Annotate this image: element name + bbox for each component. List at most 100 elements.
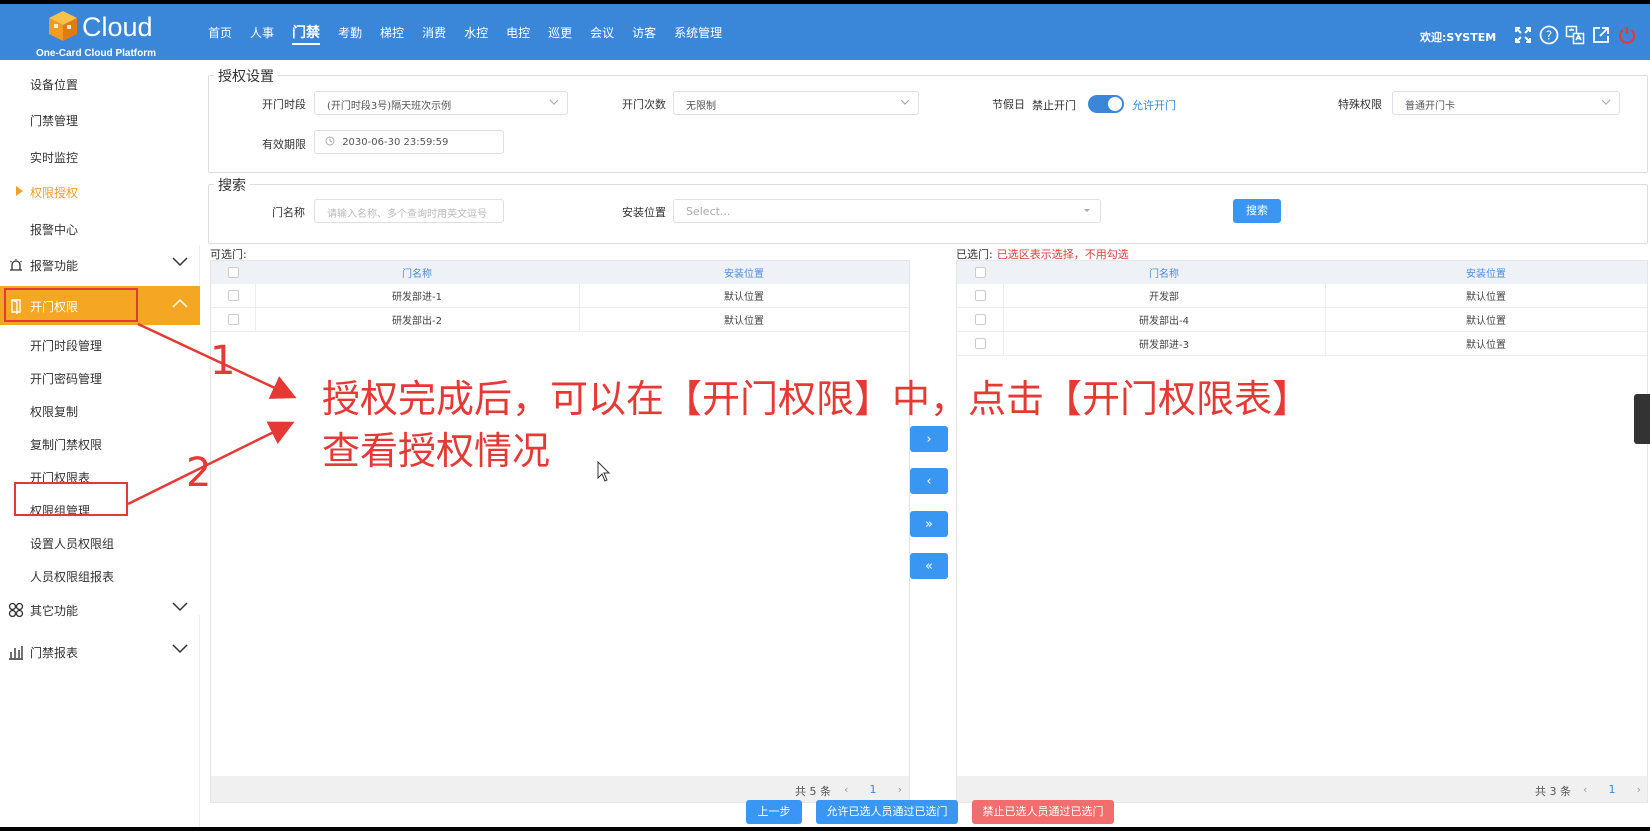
chevron-down-icon bbox=[172, 602, 188, 612]
app-window: Cloud One-Card Cloud Platform 首页 人事 门禁 考… bbox=[0, 4, 1650, 827]
next-page-icon[interactable]: › bbox=[898, 783, 902, 796]
available-doors-table: 门名称 安装位置 研发部进-1 默认位置 研发部出-2 默认位置 共 5 条 ‹… bbox=[210, 260, 910, 803]
nav-power[interactable]: 电控 bbox=[506, 24, 530, 45]
cell-location: 默认位置 bbox=[1466, 316, 1506, 327]
open-count-label: 开门次数 bbox=[622, 98, 666, 111]
move-all-right-button[interactable]: » bbox=[910, 511, 948, 537]
select-all-checkbox[interactable] bbox=[227, 267, 239, 278]
annotation-highlight-1 bbox=[4, 288, 138, 322]
nav-attendance[interactable]: 考勤 bbox=[338, 24, 362, 45]
holiday-deny-label: 禁止开门 bbox=[1032, 99, 1076, 112]
fullscreen-icon[interactable] bbox=[1512, 24, 1534, 46]
sidebar-item-copy-access[interactable]: 复制门禁权限 bbox=[30, 436, 102, 453]
logo: Cloud One-Card Cloud Platform bbox=[36, 8, 166, 59]
column-header-location[interactable]: 安装位置 bbox=[579, 261, 909, 284]
nav-hr[interactable]: 人事 bbox=[250, 24, 274, 45]
allow-selected-button[interactable]: 允许已选人员通过已选门 bbox=[816, 800, 958, 824]
door-name-label: 门名称 bbox=[272, 206, 305, 219]
move-right-button[interactable]: › bbox=[910, 426, 948, 452]
sidebar-item-person-group-report[interactable]: 人员权限组报表 bbox=[30, 568, 114, 585]
sidebar-group-label: 门禁报表 bbox=[30, 645, 79, 660]
chevron-down-icon bbox=[1601, 99, 1611, 105]
sidebar-item-permission-copy[interactable]: 权限复制 bbox=[30, 403, 78, 420]
nav-home[interactable]: 首页 bbox=[208, 24, 232, 45]
translate-icon[interactable] bbox=[1564, 24, 1586, 46]
row-checkbox[interactable] bbox=[227, 290, 239, 301]
deny-selected-button[interactable]: 禁止已选人员通过已选门 bbox=[972, 800, 1114, 824]
table-footer: 共 3 条 ‹ 1 › bbox=[957, 776, 1647, 802]
sidebar-group-label: 其它功能 bbox=[30, 603, 79, 618]
pagination: ‹ 1 › bbox=[1577, 778, 1647, 800]
next-page-icon[interactable]: › bbox=[1637, 783, 1641, 796]
move-all-left-button[interactable]: « bbox=[910, 553, 948, 579]
table-row[interactable]: 研发部出-4 默认位置 bbox=[957, 308, 1647, 332]
row-checkbox[interactable] bbox=[227, 314, 239, 325]
row-checkbox[interactable] bbox=[974, 290, 986, 301]
alarm-bell-icon bbox=[10, 259, 22, 271]
annotation-number-2: 2 bbox=[186, 450, 212, 496]
column-header-door[interactable]: 门名称 bbox=[255, 261, 579, 284]
sidebar-item-door-password[interactable]: 开门密码管理 bbox=[30, 370, 102, 387]
nav-meeting[interactable]: 会议 bbox=[590, 24, 614, 45]
install-location-select[interactable]: Select... bbox=[673, 199, 1101, 223]
pagination: ‹ 1 › bbox=[838, 778, 908, 800]
cell-door-name: 研发部进-3 bbox=[1139, 340, 1189, 351]
sidebar-item-set-person-group[interactable]: 设置人员权限组 bbox=[30, 535, 114, 552]
sidebar-item-access-management[interactable]: 门禁管理 bbox=[30, 112, 78, 129]
nav-visitor[interactable]: 访客 bbox=[632, 24, 656, 45]
sidebar-item-permission-grant[interactable]: 权限授权 bbox=[30, 184, 78, 201]
sidebar-item-device-location[interactable]: 设备位置 bbox=[30, 76, 78, 93]
row-checkbox[interactable] bbox=[974, 338, 986, 349]
special-permission-select[interactable]: 普通开门卡 bbox=[1392, 91, 1620, 115]
door-name-input[interactable]: 请输入名称、多个查询时用英文逗号 bbox=[314, 199, 504, 223]
prev-page-icon[interactable]: ‹ bbox=[844, 783, 848, 796]
toggle-knob bbox=[1108, 97, 1122, 111]
move-left-button[interactable]: ‹ bbox=[910, 468, 948, 494]
nav-access-control[interactable]: 门禁 bbox=[292, 22, 321, 45]
sidebar-item-realtime-monitor[interactable]: 实时监控 bbox=[30, 149, 78, 166]
auth-settings-legend: 授权设置 bbox=[214, 66, 278, 86]
chevron-down-icon bbox=[172, 257, 188, 267]
valid-period-input[interactable]: 2030-06-30 23:59:59 bbox=[314, 130, 504, 154]
previous-step-button[interactable]: 上一步 bbox=[746, 800, 802, 824]
nav-consumption[interactable]: 消费 bbox=[422, 24, 446, 45]
table-row[interactable]: 研发部进-3 默认位置 bbox=[957, 332, 1647, 356]
special-permission-label: 特殊权限 bbox=[1338, 98, 1382, 111]
table-row[interactable]: 研发部进-1 默认位置 bbox=[211, 284, 909, 308]
open-count-select[interactable]: 无限制 bbox=[673, 91, 919, 115]
column-header-door[interactable]: 门名称 bbox=[1003, 261, 1325, 284]
side-drawer-handle[interactable] bbox=[1634, 394, 1650, 444]
external-link-icon[interactable] bbox=[1590, 24, 1612, 46]
search-button[interactable]: 搜索 bbox=[1233, 199, 1281, 223]
holiday-toggle[interactable] bbox=[1088, 95, 1124, 113]
logo-subtitle: One-Card Cloud Platform bbox=[36, 48, 157, 59]
table-row[interactable]: 研发部出-2 默认位置 bbox=[211, 308, 909, 332]
prev-page-icon[interactable]: ‹ bbox=[1583, 783, 1587, 796]
select-all-checkbox[interactable] bbox=[974, 267, 986, 278]
nav-elevator[interactable]: 梯控 bbox=[380, 24, 404, 45]
nav-water[interactable]: 水控 bbox=[464, 24, 488, 45]
sidebar-group-alarm[interactable]: 报警功能 bbox=[0, 245, 200, 285]
cell-door-name: 研发部进-1 bbox=[392, 292, 442, 303]
current-page[interactable]: 1 bbox=[870, 783, 877, 796]
nav-system[interactable]: 系统管理 bbox=[674, 24, 722, 45]
sidebar-item-door-period[interactable]: 开门时段管理 bbox=[30, 337, 102, 354]
row-checkbox[interactable] bbox=[974, 314, 986, 325]
sidebar-item-alarm-center[interactable]: 报警中心 bbox=[30, 221, 78, 238]
holiday-label: 节假日 bbox=[992, 98, 1025, 111]
sidebar-group-other[interactable]: 其它功能 bbox=[0, 590, 200, 630]
help-icon[interactable]: ? bbox=[1538, 24, 1560, 46]
table-row[interactable]: 开发部 默认位置 bbox=[957, 284, 1647, 308]
sidebar-group-label: 报警功能 bbox=[30, 258, 79, 273]
period-select[interactable]: (开门时段3号)隔天班次示例 bbox=[314, 91, 568, 115]
sidebar-group-report[interactable]: 门禁报表 bbox=[0, 632, 200, 672]
table-header: 门名称 安装位置 bbox=[211, 261, 909, 284]
current-page[interactable]: 1 bbox=[1609, 783, 1616, 796]
install-location-label: 安装位置 bbox=[622, 206, 666, 219]
power-icon[interactable] bbox=[1616, 24, 1638, 46]
sidebar: 设备位置 门禁管理 实时监控 权限授权 报警中心 报警功能 开门权限 开门时段管… bbox=[0, 60, 200, 827]
column-header-location[interactable]: 安装位置 bbox=[1325, 261, 1647, 284]
nav-patrol[interactable]: 巡更 bbox=[548, 24, 572, 45]
cube-logo-icon bbox=[49, 11, 77, 41]
cell-location: 默认位置 bbox=[1466, 292, 1506, 303]
